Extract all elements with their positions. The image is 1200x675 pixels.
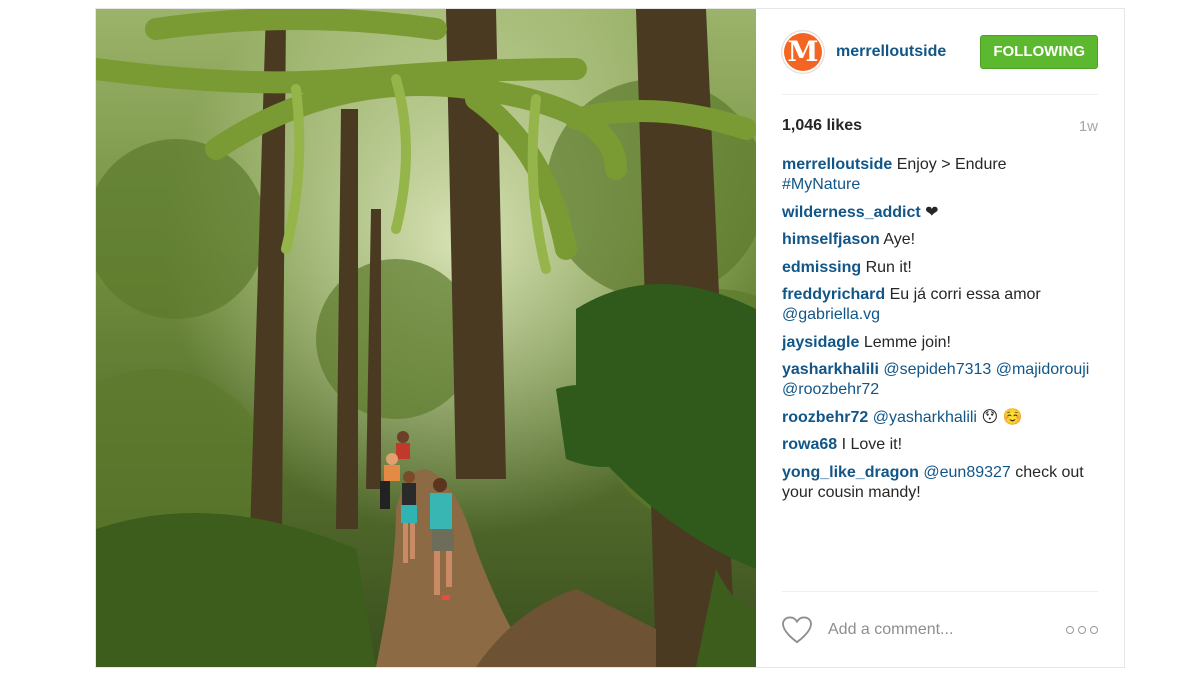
caption-username[interactable]: merrelloutside <box>782 156 892 173</box>
comment-username[interactable]: jaysidagle <box>782 334 859 351</box>
comment-input[interactable] <box>826 619 1066 640</box>
caption-hashtag[interactable]: #MyNature <box>782 176 860 193</box>
heart-icon[interactable] <box>782 615 812 644</box>
post-photo[interactable] <box>96 9 756 667</box>
comment-mention[interactable]: @eun89327 <box>923 464 1010 481</box>
list-item: yong_like_dragon @eun89327 check out you… <box>782 463 1098 503</box>
avatar[interactable]: M <box>782 30 824 73</box>
following-button[interactable]: FOLLOWING <box>980 34 1098 69</box>
post-stats: 1,046 likes 1w <box>782 117 1098 135</box>
list-item: edmissing Run it! <box>782 258 1098 278</box>
caption: merrelloutside Enjoy > Endure #MyNature <box>782 155 1098 195</box>
list-item: roozbehr72 @yasharkhalili 😯 ☺️ <box>782 408 1098 428</box>
post-time[interactable]: 1w <box>1079 118 1098 135</box>
comment-username[interactable]: yong_like_dragon <box>782 464 919 481</box>
dot <box>1090 625 1098 634</box>
comment-bar <box>782 591 1098 667</box>
comment-mention[interactable]: @yasharkhalili <box>873 409 977 426</box>
list-item: rowa68 I Love it! <box>782 435 1098 455</box>
dot <box>1066 625 1074 634</box>
post-header: M merrelloutside FOLLOWING <box>782 9 1098 95</box>
comment-text: Aye! <box>883 231 916 248</box>
instagram-post: M merrelloutside FOLLOWING 1,046 likes 1… <box>95 8 1125 668</box>
comment-text: ❤ <box>925 203 939 221</box>
comment-username[interactable]: rowa68 <box>782 436 837 453</box>
forest-trail-image <box>96 9 756 667</box>
list-item: yasharkhalili @sepideh7313 @majidorouji … <box>782 360 1098 400</box>
comment-text: Eu já corri essa amor <box>889 286 1041 303</box>
comment-text: Lemme join! <box>863 333 951 351</box>
comment-username[interactable]: roozbehr72 <box>782 409 868 426</box>
comment-mention[interactable]: @gabriella.vg <box>782 306 880 323</box>
comment-username[interactable]: wilderness_addict <box>782 204 921 221</box>
comment-username[interactable]: edmissing <box>782 259 861 276</box>
comment-username[interactable]: yasharkhalili <box>782 361 879 378</box>
dot <box>1078 625 1086 634</box>
comment-text: I Love it! <box>841 436 903 453</box>
comment-username[interactable]: himselfjason <box>782 231 880 248</box>
list-item: himselfjason Aye! <box>782 230 1098 250</box>
list-item: jaysidagle Lemme join! <box>782 333 1098 353</box>
post-sidebar: M merrelloutside FOLLOWING 1,046 likes 1… <box>756 9 1124 667</box>
comment-username[interactable]: freddyrichard <box>782 286 885 303</box>
list-item: wilderness_addict ❤ <box>782 203 1098 223</box>
list-item: freddyrichard Eu já corri essa amor @gab… <box>782 285 1098 325</box>
comment-text: Run it! <box>865 258 912 276</box>
caption-text: Enjoy > Endure <box>896 156 1007 173</box>
ellipsis-icon[interactable] <box>1066 625 1098 634</box>
comment-text: 😯 ☺️ <box>981 408 1023 426</box>
comment-list: merrelloutside Enjoy > Endure #MyNature … <box>782 155 1098 503</box>
header-username[interactable]: merrelloutside <box>836 43 946 61</box>
likes-count[interactable]: 1,046 likes <box>782 117 862 135</box>
